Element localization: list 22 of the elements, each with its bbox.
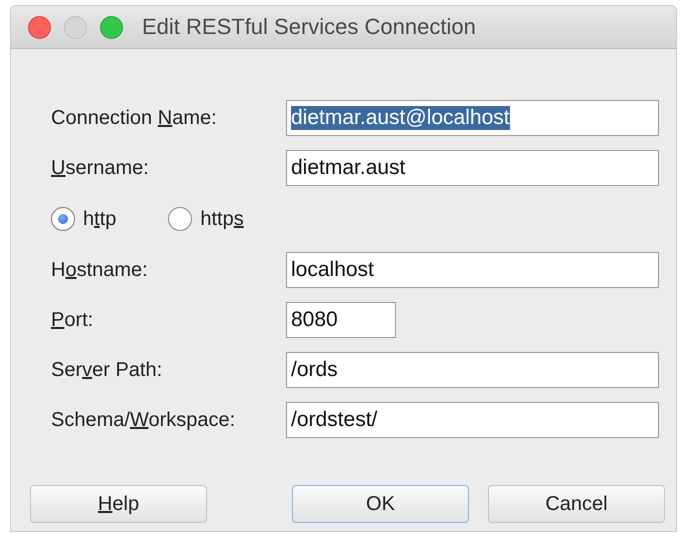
field-label: Connection Name: [51, 106, 218, 130]
close-icon[interactable] [28, 16, 51, 38]
input-field[interactable]: localhost [286, 252, 659, 288]
cancel-button[interactable]: Cancel [488, 485, 665, 523]
field-label: Hostname: [51, 258, 149, 282]
ok-button[interactable]: OK [292, 485, 469, 523]
input-field[interactable]: /ordstest/ [286, 402, 659, 438]
radio-label[interactable]: http [83, 208, 116, 230]
field-label: Username: [51, 156, 150, 180]
input-field[interactable]: dietmar.aust@localhost [286, 100, 659, 136]
window-title: Edit RESTful Services Connection [142, 14, 476, 40]
input-field[interactable]: 8080 [286, 302, 396, 338]
help-button[interactable]: Help [30, 485, 207, 523]
input-field[interactable]: dietmar.aust [286, 150, 659, 186]
maximize-icon[interactable] [100, 16, 123, 38]
field-label: Server Path: [51, 358, 164, 382]
field-label: Schema/Workspace: [51, 408, 236, 432]
radio-label[interactable]: https [200, 208, 244, 230]
radio-button[interactable] [51, 207, 75, 231]
radio-button[interactable] [168, 207, 192, 231]
input-field[interactable]: /ords [286, 352, 659, 388]
field-label: Port: [51, 308, 94, 332]
